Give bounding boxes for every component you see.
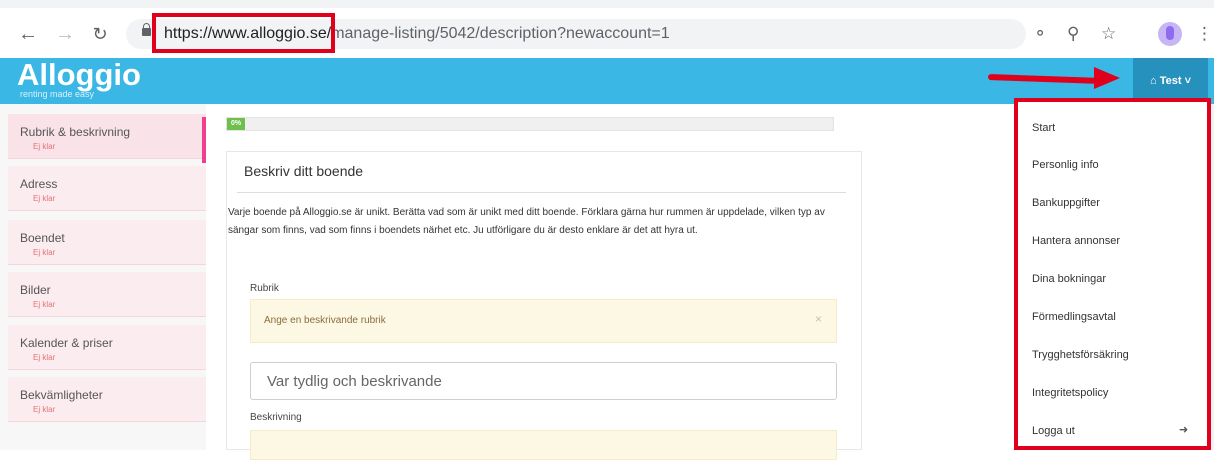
- more-menu-icon[interactable]: ⋮: [1196, 22, 1213, 46]
- menu-item-hantera-annonser[interactable]: Hantera annonser: [1032, 235, 1120, 247]
- browser-toolbar: ← → ↻ https://www.alloggio.se/manage-lis…: [0, 0, 1214, 59]
- lock-icon: [142, 23, 151, 36]
- rubrik-alert: Ange en beskrivande rubrik ×: [250, 299, 837, 343]
- chevron-down-icon: ˅: [1184, 75, 1192, 87]
- key-icon[interactable]: ⚬: [1033, 22, 1047, 46]
- logo-tagline: renting made easy: [20, 89, 95, 99]
- back-arrow-icon[interactable]: ←: [16, 22, 40, 46]
- menu-item-formedlingsavtal[interactable]: Förmedlingsavtal: [1032, 311, 1116, 323]
- star-icon[interactable]: ☆: [1101, 22, 1116, 46]
- beskrivning-label: Beskrivning: [250, 412, 302, 423]
- sidebar-item-bilder[interactable]: Bilder Ej klar: [8, 272, 206, 317]
- annotation-arrow-head: [1094, 67, 1120, 89]
- progress-label: 0%: [227, 118, 245, 130]
- sidebar-item-label: Bekvämligheter: [20, 388, 103, 402]
- profile-avatar[interactable]: [1158, 22, 1182, 46]
- divider: [237, 192, 846, 193]
- tab-strip: [0, 0, 1214, 8]
- logout-icon[interactable]: ➜: [1179, 423, 1188, 436]
- sidebar-item-adress[interactable]: Adress Ej klar: [8, 166, 206, 211]
- card-description: Varje boende på Alloggio.se är unikt. Be…: [228, 207, 825, 236]
- close-icon[interactable]: ×: [815, 312, 822, 326]
- sidebar-item-rubrik[interactable]: Rubrik & beskrivning Ej klar: [8, 114, 206, 159]
- alert-text: Ange en beskrivande rubrik: [264, 315, 386, 326]
- sidebar-item-status: Ej klar: [33, 194, 56, 203]
- sidebar-item-bekvamligheter[interactable]: Bekvämligheter Ej klar: [8, 377, 206, 422]
- sidebar-item-status: Ej klar: [33, 353, 56, 362]
- active-indicator: [202, 117, 206, 163]
- url-highlight-box: [152, 13, 335, 53]
- logo[interactable]: Alloggio: [17, 57, 141, 93]
- menu-item-personlig-info[interactable]: Personlig info: [1032, 159, 1099, 171]
- menu-item-trygghetsforsakring[interactable]: Trygghetsförsäkring: [1032, 349, 1129, 361]
- sidebar-item-status: Ej klar: [33, 248, 56, 257]
- sidebar-item-status: Ej klar: [33, 300, 56, 309]
- forward-arrow-icon[interactable]: →: [53, 22, 77, 46]
- sidebar-item-label: Adress: [20, 177, 58, 191]
- user-dropdown-menu: Start Personlig info Bankuppgifter Hante…: [1014, 98, 1211, 450]
- home-icon: ⌂: [1149, 75, 1157, 87]
- sidebar-item-status: Ej klar: [33, 142, 56, 151]
- menu-item-integritetspolicy[interactable]: Integritetspolicy: [1032, 387, 1108, 399]
- zoom-icon[interactable]: ⚲: [1067, 22, 1079, 46]
- sidebar-item-label: Rubrik & beskrivning: [20, 125, 131, 139]
- sidebar-item-label: Boendet: [20, 231, 65, 245]
- sidebar-item-status: Ej klar: [33, 405, 56, 414]
- sidebar-item-kalender[interactable]: Kalender & priser Ej klar: [8, 325, 206, 370]
- sidebar-item-label: Kalender & priser: [20, 336, 113, 350]
- sidebar-item-boendet[interactable]: Boendet Ej klar: [8, 220, 206, 265]
- rubrik-input[interactable]: [250, 362, 837, 400]
- rubrik-label: Rubrik: [250, 283, 279, 294]
- menu-item-bankuppgifter[interactable]: Bankuppgifter: [1032, 197, 1100, 209]
- beskrivning-alert: [250, 430, 837, 460]
- card-title: Beskriv ditt boende: [244, 163, 364, 179]
- sidebar-item-label: Bilder: [20, 283, 51, 297]
- user-menu-label: Test: [1159, 75, 1182, 87]
- progress-bar: 0%: [226, 117, 834, 131]
- menu-item-dina-bokningar[interactable]: Dina bokningar: [1032, 273, 1106, 285]
- reload-icon[interactable]: ↻: [88, 22, 112, 46]
- menu-item-logga-ut[interactable]: Logga ut: [1032, 425, 1075, 437]
- menu-item-start[interactable]: Start: [1032, 122, 1055, 134]
